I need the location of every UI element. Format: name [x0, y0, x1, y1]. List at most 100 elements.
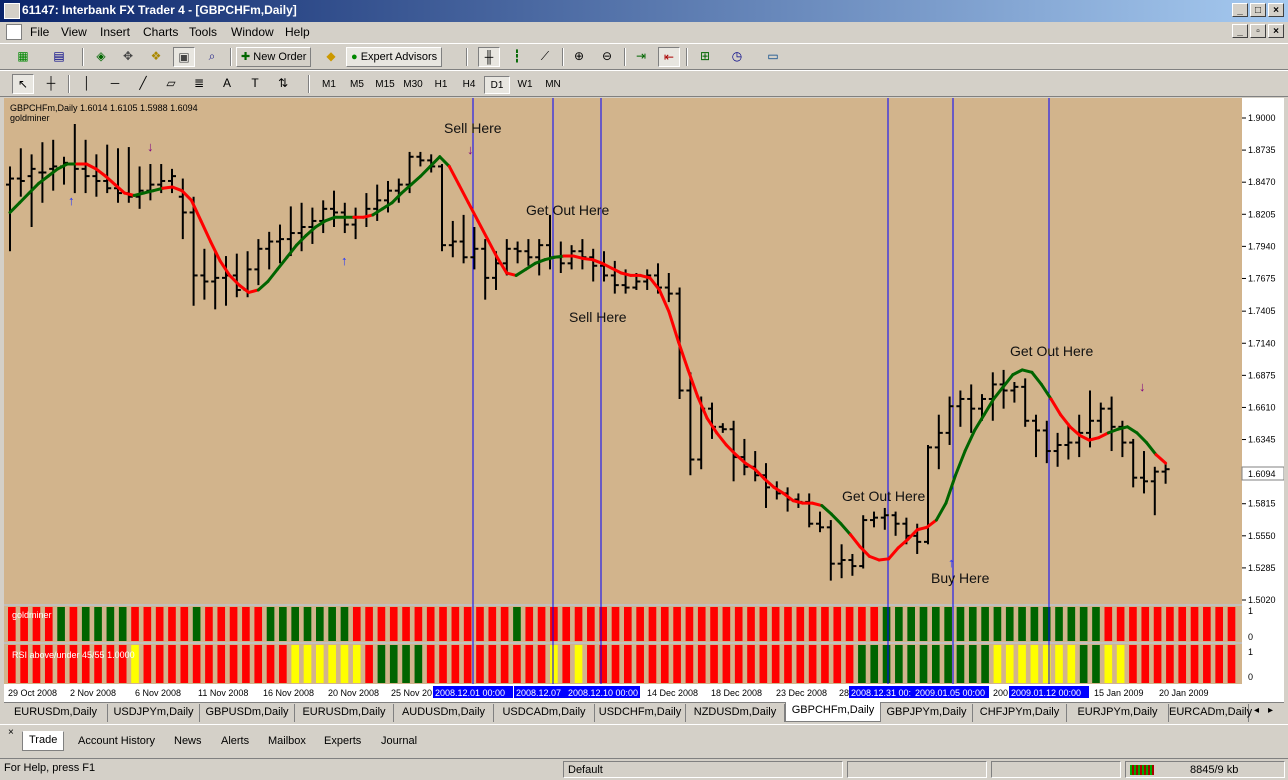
- new-order-button[interactable]: ✚ New Order: [236, 47, 312, 67]
- symbol-tab[interactable]: USDJPYm,Daily: [108, 704, 200, 722]
- terminal-tab-trade[interactable]: Trade: [22, 731, 65, 751]
- child-minimize-button[interactable]: _: [1232, 24, 1248, 38]
- child-restore-button[interactable]: ▫: [1250, 24, 1266, 38]
- svg-text:↓: ↓: [1139, 379, 1146, 394]
- date-label: 23 Dec 2008: [776, 688, 827, 698]
- periods-icon[interactable]: ◷: [726, 47, 748, 67]
- symbol-tab[interactable]: EURJPYm,Daily: [1067, 704, 1169, 722]
- histogram-bar: [808, 607, 817, 641]
- timeframe-h1[interactable]: H1: [428, 76, 454, 94]
- horizontal-line-icon[interactable]: ─: [104, 74, 126, 94]
- terminal-tab-news[interactable]: News: [168, 733, 208, 751]
- price-label: 1.7675: [1248, 273, 1276, 283]
- tester-icon[interactable]: ⌕: [201, 47, 223, 67]
- profiles-icon[interactable]: ▤: [48, 47, 70, 67]
- symbol-tab[interactable]: GBPJPYm,Daily: [881, 704, 973, 722]
- vline-date-label: 2008.12.10 00:00: [568, 688, 638, 698]
- tab-scroll-left-icon[interactable]: ◂: [1254, 705, 1259, 716]
- symbol-tab[interactable]: NZDUSDm,Daily: [686, 704, 785, 722]
- cursor-icon[interactable]: ↖: [12, 74, 34, 94]
- symbol-tab[interactable]: EURUSDm,Daily: [295, 704, 394, 722]
- timeframe-w1[interactable]: W1: [512, 76, 538, 94]
- expert-advisors-button[interactable]: ● Expert Advisors: [346, 47, 443, 67]
- symbol-tab[interactable]: USDCHFm,Daily: [595, 704, 686, 722]
- histogram-bar: [660, 645, 669, 683]
- price-label: 1.7405: [1248, 306, 1276, 316]
- menu-tools[interactable]: Tools: [189, 25, 217, 39]
- down-arrow-icon: ↓: [1139, 379, 1146, 394]
- symbol-tab[interactable]: EURCADm,Daily: [1169, 704, 1252, 722]
- timeframe-m5[interactable]: M5: [344, 76, 370, 94]
- up-arrow-icon: ↑: [948, 555, 955, 570]
- arrows-icon[interactable]: ⇅: [272, 74, 294, 94]
- chart-shift-icon[interactable]: ⇤: [658, 47, 680, 67]
- terminal-tab-journal[interactable]: Journal: [375, 733, 423, 751]
- templates-icon[interactable]: ▭: [762, 47, 784, 67]
- maximize-button[interactable]: □: [1250, 3, 1266, 17]
- equidistant-channel-icon[interactable]: ▱: [160, 74, 182, 94]
- line-chart-icon[interactable]: ⟋: [534, 47, 556, 67]
- symbol-tab[interactable]: CHFJPYm,Daily: [973, 704, 1067, 722]
- menu-window[interactable]: Window: [231, 25, 274, 39]
- terminal-tab-account-history[interactable]: Account History: [72, 733, 161, 751]
- expert-advisors-icon: ●: [351, 51, 361, 63]
- candlestick-icon[interactable]: ┇: [506, 47, 528, 67]
- timeframe-m30[interactable]: M30: [400, 76, 426, 94]
- zoom-in-icon[interactable]: ⊕: [568, 47, 590, 67]
- terminal-close-icon[interactable]: ×: [8, 727, 14, 738]
- timeframe-mn[interactable]: MN: [540, 76, 566, 94]
- navigator-icon[interactable]: ❖: [145, 47, 167, 67]
- histogram-bar: [611, 645, 620, 683]
- bar-chart-icon[interactable]: ╫: [478, 47, 500, 67]
- menu-help[interactable]: Help: [285, 25, 310, 39]
- close-button[interactable]: ×: [1268, 3, 1284, 17]
- sub1-name: goldminer: [12, 610, 52, 620]
- histogram-bar: [574, 645, 583, 683]
- tab-scroll-right-icon[interactable]: ▸: [1268, 705, 1273, 716]
- symbol-tab[interactable]: GBPUSDm,Daily: [200, 704, 295, 722]
- text-label-icon[interactable]: T: [244, 74, 266, 94]
- timeframe-m15[interactable]: M15: [372, 76, 398, 94]
- terminal-tab-mailbox[interactable]: Mailbox: [262, 733, 312, 751]
- menu-insert[interactable]: Insert: [100, 25, 130, 39]
- histogram-bar: [402, 645, 410, 683]
- menu-view[interactable]: View: [61, 25, 87, 39]
- histogram-bar: [291, 645, 299, 683]
- terminal-tab-experts[interactable]: Experts: [318, 733, 367, 751]
- timeframe-d1[interactable]: D1: [484, 76, 510, 94]
- minimize-button[interactable]: _: [1232, 3, 1248, 17]
- text-icon[interactable]: A: [216, 74, 238, 94]
- symbol-tab[interactable]: GBPCHFm,Daily: [785, 702, 881, 722]
- price-label: 1.5550: [1248, 531, 1276, 541]
- chart-window-icon[interactable]: [6, 24, 22, 40]
- histogram-bar: [858, 645, 866, 683]
- chart-canvas[interactable]: 2008.12.01 00:00 2008.12.07 2008.12.10 00:…: [4, 98, 1285, 702]
- histogram-bar: [895, 645, 903, 683]
- timeframe-h4[interactable]: H4: [456, 76, 482, 94]
- child-close-button[interactable]: ×: [1268, 24, 1284, 38]
- histogram-bar: [118, 607, 127, 641]
- indicators-icon[interactable]: ⊞: [694, 47, 716, 67]
- sub2-scale-bottom: 0: [1248, 672, 1253, 682]
- new-chart-icon[interactable]: ▦: [12, 47, 34, 67]
- chart-window[interactable]: 2008.12.01 00:00 2008.12.07 2008.12.10 00:…: [4, 98, 1285, 702]
- symbol-tab[interactable]: EURUSDm,Daily: [4, 704, 108, 722]
- terminal-tab-alerts[interactable]: Alerts: [215, 733, 255, 751]
- histogram-bar: [882, 607, 891, 641]
- menu-file[interactable]: File: [30, 25, 49, 39]
- symbol-tab[interactable]: USDCADm,Daily: [494, 704, 595, 722]
- data-window-icon[interactable]: ✥: [117, 47, 139, 67]
- crosshair-icon[interactable]: ┼: [40, 74, 62, 94]
- terminal-icon[interactable]: ▣: [173, 47, 195, 67]
- fibonacci-icon[interactable]: ≣: [188, 74, 210, 94]
- vertical-line-icon[interactable]: │: [76, 74, 98, 94]
- symbol-tab[interactable]: AUDUSDm,Daily: [394, 704, 494, 722]
- trendline-icon[interactable]: ╱: [132, 74, 154, 94]
- svg-text:↓: ↓: [467, 142, 474, 157]
- auto-scroll-icon[interactable]: ⇥: [630, 47, 652, 67]
- zoom-out-icon[interactable]: ⊖: [596, 47, 618, 67]
- menu-charts[interactable]: Charts: [143, 25, 178, 39]
- timeframe-m1[interactable]: M1: [316, 76, 342, 94]
- market-watch-icon[interactable]: ◈: [90, 47, 112, 67]
- metaeditor-icon[interactable]: ◆: [320, 47, 342, 67]
